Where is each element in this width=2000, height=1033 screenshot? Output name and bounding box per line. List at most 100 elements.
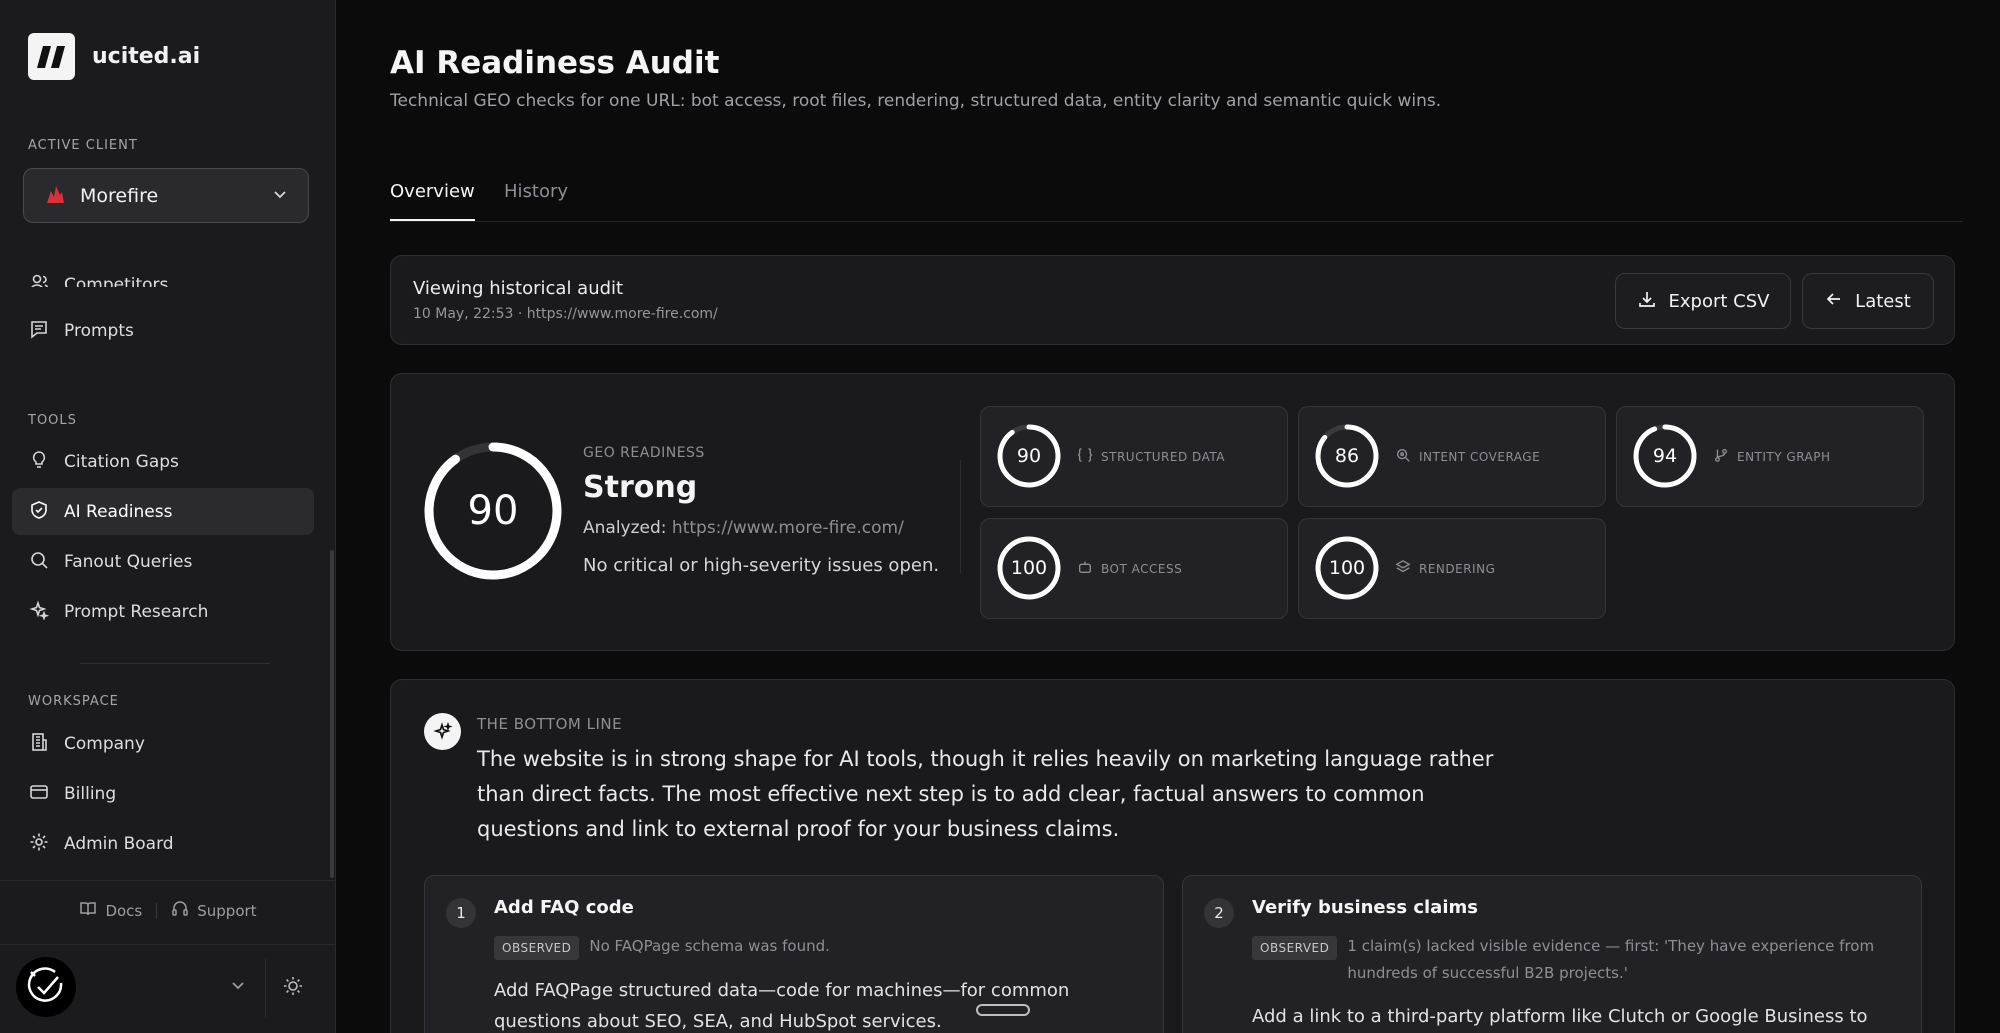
download-icon [1637,289,1657,314]
metric-label-row: INTENT COVERAGE [1395,447,1540,466]
metric-tile-structured-data[interactable]: 90 STRUCTURED DATA [980,406,1288,507]
sidebar-item-billing[interactable]: Billing [12,770,314,817]
metric-value: 86 [1334,445,1360,467]
observed-badge: OBSERVED [1252,936,1338,960]
user-bar [0,944,336,1033]
metric-label: ENTITY GRAPH [1737,449,1831,464]
shield-icon [29,500,49,524]
sidebar-divider [80,663,270,664]
client-flame-icon [44,183,66,209]
metric-value: 90 [1016,445,1042,467]
sidebar-footer-links: Docs Support [0,880,336,940]
recommendation-card[interactable]: 2 Verify business claims OBSERVED 1 clai… [1182,875,1922,1033]
sparkles-icon [29,599,50,624]
sidebar-item-label: Citation Gaps [64,451,179,472]
metric-value: 94 [1652,445,1678,467]
historical-audit-meta: 10 May, 22:53 · https://www.more-fire.co… [413,306,718,322]
metric-label: BOT ACCESS [1101,561,1183,576]
sidebar-item-label: Competitors [64,275,169,287]
metric-value: 100 [1010,557,1048,579]
sidebar: ucited.ai ACTIVE CLIENT Morefire Competi… [0,0,336,1033]
sidebar-item-prompts[interactable]: Prompts [12,307,314,354]
docs-label: Docs [105,901,143,920]
metric-label-row: STRUCTURED DATA [1077,447,1225,466]
scroll-indicator[interactable] [976,1004,1030,1016]
footer-separator [156,902,158,919]
export-csv-label: Export CSV [1668,290,1770,312]
export-csv-button[interactable]: Export CSV [1615,273,1791,329]
geo-readiness-status: Strong [583,470,698,505]
braces-icon [1077,447,1093,466]
historical-audit-title: Viewing historical audit [413,278,624,299]
sidebar-item-competitors[interactable]: Competitors [12,257,314,287]
user-menu-chevron-icon[interactable] [230,977,246,997]
step-title: Add FAQ code [494,897,634,918]
sidebar-item-ai-readiness[interactable]: AI Readiness [12,488,314,535]
docs-link[interactable]: Docs [79,900,142,922]
sidebar-item-label: Company [64,733,145,754]
step-number: 2 [1204,898,1234,928]
avatar[interactable] [16,957,76,1017]
metric-label: RENDERING [1419,561,1496,576]
metric-label: INTENT COVERAGE [1419,449,1541,464]
observed-text: No FAQPage schema was found. [589,937,830,955]
support-link[interactable]: Support [171,900,257,922]
metric-tile-bot-access[interactable]: 100 BOT ACCESS [980,518,1288,619]
sidebar-item-label: Billing [64,783,117,804]
observed-row: OBSERVED 1 claim(s) lacked visible evide… [1252,936,1902,987]
brand-logo-icon [28,33,75,80]
metric-value: 100 [1328,557,1366,579]
metric-label: STRUCTURED DATA [1101,449,1225,464]
geo-readiness-score: 90 [467,488,519,534]
metric-tile-rendering[interactable]: 100 RENDERING [1298,518,1606,619]
latest-button[interactable]: Latest [1802,273,1934,329]
metric-label-row: BOT ACCESS [1077,559,1182,578]
score-divider [960,460,961,574]
search-target-icon [1395,447,1411,466]
bottom-line-label: THE BOTTOM LINE [477,715,623,733]
sidebar-item-label: Prompt Research [64,601,209,622]
headset-icon [171,900,189,922]
sidebar-item-admin-board[interactable]: Admin Board [12,820,314,867]
brand[interactable]: ucited.ai [28,33,200,80]
brand-name: ucited.ai [92,44,201,69]
observed-text: 1 claim(s) lacked visible evidence — fir… [1347,937,1875,982]
page-subtitle: Technical GEO checks for one URL: bot ac… [390,91,1442,111]
sidebar-item-citation-gaps[interactable]: Citation Gaps [12,438,314,485]
support-label: Support [197,901,257,920]
tab-history[interactable]: History [504,181,568,221]
sidebar-item-company[interactable]: Company [12,720,314,767]
latest-label: Latest [1855,290,1911,312]
sidebar-item-label: AI Readiness [64,501,173,522]
sidebar-scrollbar[interactable] [330,550,334,878]
analyzed-url[interactable]: https://www.more-fire.com/ [672,518,904,538]
git-branch-icon [1713,447,1729,466]
chevron-down-icon [272,186,288,206]
tab-overview[interactable]: Overview [390,181,475,221]
step-body: Add a link to a third-party platform lik… [1252,1006,1868,1027]
step-title: Verify business claims [1252,897,1478,918]
client-select[interactable]: Morefire [23,168,309,223]
metric-tile-entity-graph[interactable]: 94 ENTITY GRAPH [1616,406,1924,507]
recommendation-card[interactable]: 1 Add FAQ code OBSERVED No FAQPage schem… [424,875,1164,1033]
user-bar-separator [265,959,266,1017]
lightbulb-icon [29,450,49,474]
tab-bar: Overview History [390,172,1963,222]
main-content: AI Readiness Audit Technical GEO checks … [337,0,2000,1033]
sidebar-item-label: Prompts [64,320,134,341]
metric-label-row: ENTITY GRAPH [1713,447,1831,466]
gear-icon [29,832,49,856]
metric-tile-intent-coverage[interactable]: 86 INTENT COVERAGE [1298,406,1606,507]
sidebar-item-fanout-queries[interactable]: Fanout Queries [12,538,314,585]
message-icon [29,319,49,343]
users-icon [29,273,49,287]
sidebar-item-label: Admin Board [64,833,174,854]
metric-label-row: RENDERING [1395,559,1495,578]
bot-icon [1077,559,1093,578]
active-client-label: ACTIVE CLIENT [28,138,138,153]
analyzed-line: Analyzed: https://www.more-fire.com/ [583,518,904,538]
sidebar-item-prompt-research[interactable]: Prompt Research [12,588,314,635]
theme-toggle-sun-icon[interactable] [282,975,304,1001]
credit-card-icon [29,782,49,806]
layers-icon [1395,559,1411,578]
